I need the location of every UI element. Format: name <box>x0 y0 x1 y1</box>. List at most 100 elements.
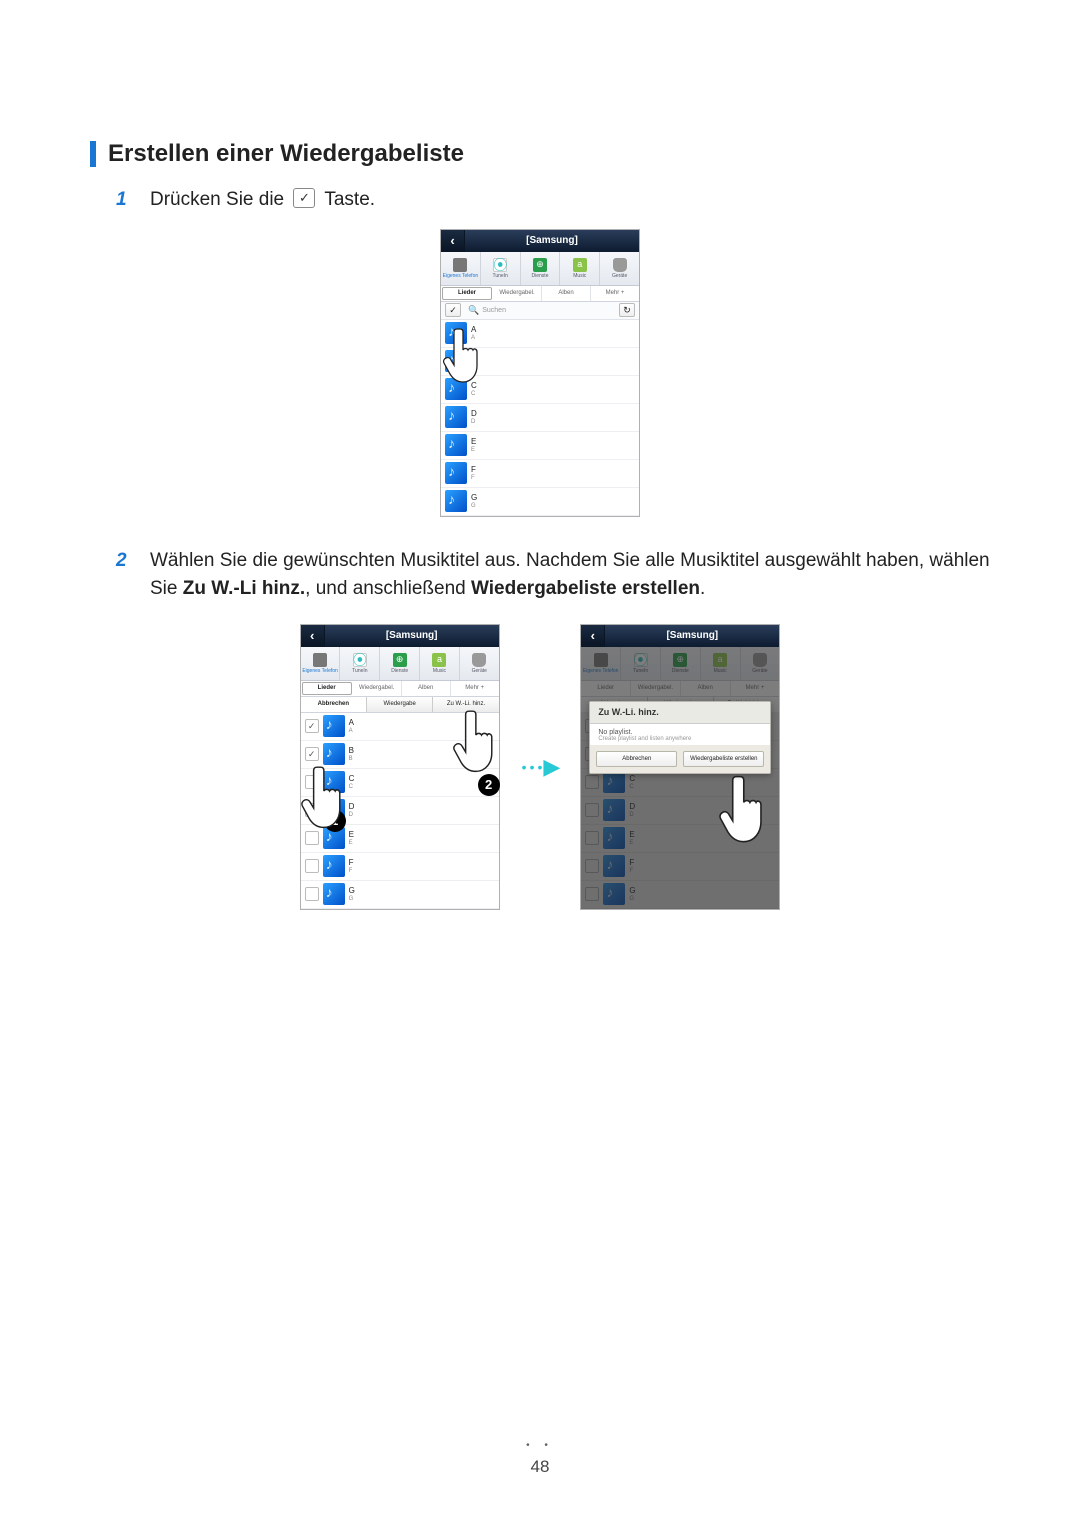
row-checkbox[interactable] <box>305 831 319 845</box>
album-art-icon <box>445 434 467 456</box>
step-2: 2 Wählen Sie die gewünschten Musiktitel … <box>90 547 990 604</box>
section-bar-accent <box>90 141 96 167</box>
list-item[interactable]: DD <box>441 404 639 432</box>
row-checkbox[interactable] <box>305 887 319 901</box>
back-button[interactable]: ‹ <box>581 625 605 647</box>
tab-playlists[interactable]: Wiedergabel. <box>493 286 542 301</box>
list-item[interactable]: AA <box>441 320 639 348</box>
page-indicator-dots: • • <box>0 1440 1080 1451</box>
dialog-subtext: Create playlist and listen anywhere <box>598 736 762 742</box>
list-item[interactable]: BB <box>441 348 639 376</box>
arrow-right-icon: •••▶ <box>522 754 559 780</box>
step-2-number: 2 <box>116 547 150 604</box>
speaker-icon <box>613 258 627 272</box>
list-item[interactable]: CC <box>441 376 639 404</box>
album-art-icon <box>323 855 345 877</box>
album-art-icon <box>445 462 467 484</box>
tab-playlists[interactable]: Wiedergabel. <box>353 681 402 696</box>
row-checkbox[interactable] <box>305 775 319 789</box>
list-item[interactable]: GG <box>301 881 499 909</box>
list-item[interactable]: EE <box>441 432 639 460</box>
tab-albums[interactable]: Alben <box>402 681 451 696</box>
globe-icon: ⊕ <box>393 653 407 667</box>
step-1-text: Drücken Sie die ✓ Taste. <box>150 186 990 215</box>
search-icon: 🔍 <box>468 306 479 315</box>
phone-icon <box>453 258 467 272</box>
app-title: [Samsung] <box>465 236 639 246</box>
album-art-icon <box>445 350 467 372</box>
phone-mockup-3: ‹ [Samsung] Eigenes Telefon ⦿TuneIn ⊕Die… <box>580 624 780 910</box>
source-devices: Geräte <box>741 647 780 680</box>
list-item[interactable]: CC <box>301 769 499 797</box>
phone-mockup-1: ‹ [Samsung] Eigenes Telefon ⦿TuneIn ⊕Die… <box>440 229 640 517</box>
album-art-icon <box>323 715 345 737</box>
search-input[interactable]: 🔍Suchen <box>464 306 616 315</box>
album-art-icon <box>445 490 467 512</box>
tunein-icon: ⦿ <box>493 258 507 272</box>
row-checkbox[interactable]: ✓ <box>305 747 319 761</box>
section-heading-text: Erstellen einer Wiedergabeliste <box>108 140 464 168</box>
source-tunein[interactable]: ⦿TuneIn <box>340 647 380 680</box>
row-checkbox[interactable] <box>305 859 319 873</box>
source-services[interactable]: ⊕Dienste <box>380 647 420 680</box>
step-1-number: 1 <box>116 186 150 215</box>
speaker-icon <box>472 653 486 667</box>
refresh-button[interactable]: ↻ <box>619 303 635 317</box>
amazon-icon: a <box>573 258 587 272</box>
source-devices[interactable]: Geräte <box>460 647 499 680</box>
checkbox-button-icon: ✓ <box>293 188 315 208</box>
song-list: AA BB CC DD EE FF GG <box>441 320 639 516</box>
album-art-icon <box>323 883 345 905</box>
step-2-text: Wählen Sie die gewünschten Musiktitel au… <box>150 547 990 604</box>
tab-more[interactable]: Mehr + <box>591 286 639 301</box>
globe-icon: ⊕ <box>533 258 547 272</box>
phone-icon <box>313 653 327 667</box>
tab-songs[interactable]: Lieder <box>442 287 492 300</box>
source-devices[interactable]: Geräte <box>600 252 639 285</box>
list-item[interactable]: ✓BB <box>301 741 499 769</box>
back-button[interactable]: ‹ <box>441 230 465 252</box>
album-art-icon <box>445 322 467 344</box>
album-art-icon <box>445 406 467 428</box>
app-title: [Samsung] <box>605 631 779 641</box>
section-heading: Erstellen einer Wiedergabeliste <box>90 140 990 168</box>
select-mode-button[interactable]: ✓ <box>445 303 461 317</box>
add-playlist-dialog: Zu W.-Li. hinz. No playlist. Create play… <box>589 701 771 774</box>
source-tunein[interactable]: ⦿TuneIn <box>481 252 521 285</box>
page-number: 48 <box>0 1457 1080 1477</box>
step-1: 1 Drücken Sie die ✓ Taste. <box>90 186 990 215</box>
source-music: aMusic <box>701 647 741 680</box>
source-own-phone[interactable]: Eigenes Telefon <box>301 647 341 680</box>
action-play[interactable]: Wiedergabe <box>367 697 433 712</box>
source-services[interactable]: ⊕Dienste <box>521 252 561 285</box>
source-services: ⊕Dienste <box>661 647 701 680</box>
album-art-icon <box>323 743 345 765</box>
action-cancel[interactable]: Abbrechen <box>301 697 367 712</box>
row-checkbox[interactable] <box>305 803 319 817</box>
tab-more[interactable]: Mehr + <box>451 681 499 696</box>
source-row: Eigenes Telefon ⦿TuneIn ⊕Dienste aMusic … <box>441 252 639 286</box>
callout-2: 2 <box>478 774 500 796</box>
tab-albums[interactable]: Alben <box>542 286 591 301</box>
tunein-icon: ⦿ <box>353 653 367 667</box>
dialog-cancel-button[interactable]: Abbrechen <box>596 751 677 767</box>
list-item[interactable]: GG <box>441 488 639 516</box>
callout-1: 1 <box>324 810 346 832</box>
phone-mockup-2: ‹ [Samsung] Eigenes Telefon ⦿TuneIn ⊕Die… <box>300 624 500 910</box>
source-music[interactable]: aMusic <box>560 252 600 285</box>
dialog-create-button[interactable]: Wiedergabeliste erstellen <box>683 751 764 767</box>
tab-songs[interactable]: Lieder <box>302 682 352 695</box>
source-tunein: ⦿TuneIn <box>621 647 661 680</box>
list-item[interactable]: FF <box>441 460 639 488</box>
list-item[interactable]: FF <box>301 853 499 881</box>
action-add-playlist[interactable]: Zu W.-Li. hinz. <box>433 697 498 712</box>
list-item[interactable]: ✓AA <box>301 713 499 741</box>
row-checkbox[interactable]: ✓ <box>305 719 319 733</box>
source-music[interactable]: aMusic <box>420 647 460 680</box>
amazon-icon: a <box>432 653 446 667</box>
album-art-icon <box>445 378 467 400</box>
back-button[interactable]: ‹ <box>301 625 325 647</box>
dialog-title: Zu W.-Li. hinz. <box>590 702 770 724</box>
source-own-phone[interactable]: Eigenes Telefon <box>441 252 481 285</box>
album-art-icon <box>323 771 345 793</box>
